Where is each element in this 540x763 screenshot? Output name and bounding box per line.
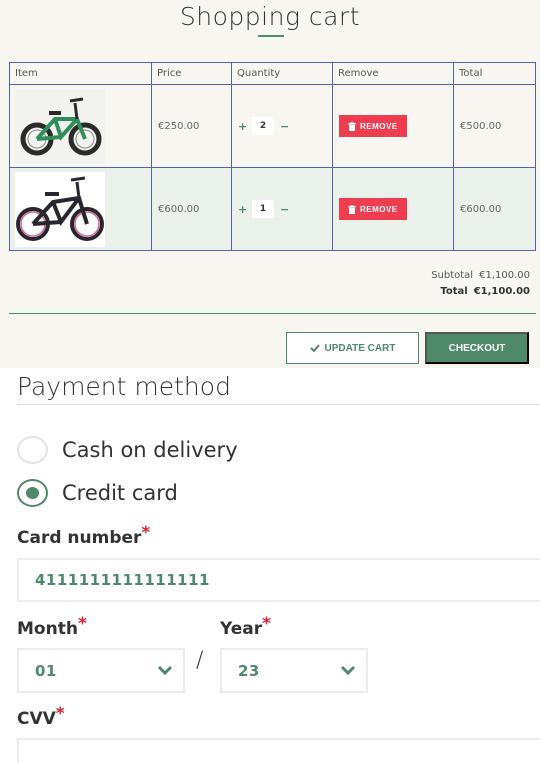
cart-summary: Subtotal €1,100.00 Total €1,100.00 bbox=[431, 268, 530, 300]
subtotal-row: Subtotal €1,100.00 bbox=[431, 268, 530, 284]
payment-method-title: Payment method bbox=[17, 372, 231, 401]
update-cart-button[interactable]: UPDATE CART bbox=[286, 332, 419, 364]
cart-table: Item Price Quantity Remove Total €250.00… bbox=[9, 62, 536, 251]
radio-button-credit-card[interactable] bbox=[17, 479, 48, 507]
column-header-quantity: Quantity bbox=[231, 62, 333, 85]
remove-cell: REMOVE bbox=[332, 84, 454, 168]
table-row: €250.00 + 2 − REMOVE €500.00 bbox=[9, 84, 536, 168]
quantity-input[interactable]: 1 bbox=[252, 200, 274, 218]
date-separator: / bbox=[196, 648, 204, 673]
cvv-input[interactable] bbox=[17, 738, 540, 763]
trash-icon bbox=[348, 204, 356, 214]
checkout-label: CHECKOUT bbox=[448, 342, 506, 354]
product-image-black-bike[interactable] bbox=[15, 171, 105, 247]
column-header-item: Item bbox=[9, 62, 152, 85]
item-total: €600.00 bbox=[453, 167, 536, 251]
quantity-minus-button[interactable]: − bbox=[280, 203, 289, 216]
item-price: €600.00 bbox=[151, 167, 232, 251]
item-total: €500.00 bbox=[453, 84, 536, 168]
quantity-cell: + 1 − bbox=[231, 167, 333, 251]
payment-option-cash-label: Cash on delivery bbox=[62, 438, 238, 462]
remove-button[interactable]: REMOVE bbox=[339, 115, 407, 137]
year-label-text: Year bbox=[220, 619, 263, 639]
payment-option-credit-card-label: Credit card bbox=[62, 481, 178, 505]
total-value: €1,100.00 bbox=[473, 286, 530, 297]
column-header-remove: Remove bbox=[332, 62, 454, 85]
remove-button-label: REMOVE bbox=[360, 121, 398, 131]
checkout-button[interactable]: CHECKOUT bbox=[425, 332, 529, 364]
quantity-minus-button[interactable]: − bbox=[280, 120, 289, 133]
item-image-cell bbox=[9, 167, 152, 251]
card-number-input[interactable]: 4111111111111111 bbox=[17, 558, 540, 602]
check-icon bbox=[309, 344, 320, 352]
chevron-down-icon bbox=[340, 665, 356, 676]
cart-section: Shopping cart Item Price Quantity Remove… bbox=[0, 0, 540, 368]
item-price: €250.00 bbox=[151, 84, 232, 168]
year-label: Year* bbox=[220, 614, 271, 639]
month-label-text: Month bbox=[17, 619, 78, 639]
subtotal-label: Subtotal bbox=[431, 270, 474, 281]
radio-button-cash[interactable] bbox=[17, 436, 48, 464]
remove-button-label: REMOVE bbox=[360, 204, 398, 214]
required-asterisk: * bbox=[262, 614, 272, 634]
month-select[interactable]: 01 bbox=[17, 648, 185, 693]
year-select-value: 23 bbox=[238, 661, 260, 680]
card-number-label: Card number* bbox=[17, 523, 150, 548]
required-asterisk: * bbox=[77, 614, 87, 634]
quantity-plus-button[interactable]: + bbox=[238, 203, 247, 216]
update-cart-label: UPDATE CART bbox=[324, 342, 396, 354]
trash-icon bbox=[348, 121, 356, 131]
column-header-price: Price bbox=[151, 62, 232, 85]
subtotal-value: €1,100.00 bbox=[479, 270, 530, 281]
cvv-label: CVV* bbox=[17, 704, 65, 729]
table-row: €600.00 + 1 − REMOVE €600.00 bbox=[9, 167, 536, 251]
quantity-plus-button[interactable]: + bbox=[238, 120, 247, 133]
title-underline bbox=[258, 35, 284, 37]
payment-option-cash[interactable]: Cash on delivery bbox=[17, 436, 238, 464]
payment-title-divider bbox=[17, 404, 540, 405]
quantity-stepper: + 2 − bbox=[238, 117, 332, 135]
chevron-down-icon bbox=[157, 665, 173, 676]
payment-option-credit-card[interactable]: Credit card bbox=[17, 479, 178, 507]
column-header-total: Total bbox=[453, 62, 536, 85]
remove-button[interactable]: REMOVE bbox=[339, 198, 407, 220]
quantity-cell: + 2 − bbox=[231, 84, 333, 168]
product-image-green-bike[interactable] bbox=[15, 88, 105, 164]
page-title: Shopping cart bbox=[179, 2, 361, 31]
quantity-input[interactable]: 2 bbox=[252, 117, 274, 135]
card-number-label-text: Card number bbox=[17, 528, 142, 548]
divider bbox=[9, 313, 536, 314]
quantity-stepper: + 1 − bbox=[238, 200, 332, 218]
table-header-row: Item Price Quantity Remove Total bbox=[9, 62, 536, 85]
month-select-value: 01 bbox=[35, 661, 57, 680]
cvv-label-text: CVV bbox=[17, 709, 56, 729]
year-select[interactable]: 23 bbox=[220, 648, 368, 693]
required-asterisk: * bbox=[141, 523, 151, 543]
month-label: Month* bbox=[17, 614, 87, 639]
total-row: Total €1,100.00 bbox=[431, 284, 530, 300]
required-asterisk: * bbox=[55, 704, 65, 724]
remove-cell: REMOVE bbox=[332, 167, 454, 251]
item-image-cell bbox=[9, 84, 152, 168]
total-label: Total bbox=[440, 286, 468, 297]
card-number-value: 4111111111111111 bbox=[35, 571, 210, 589]
